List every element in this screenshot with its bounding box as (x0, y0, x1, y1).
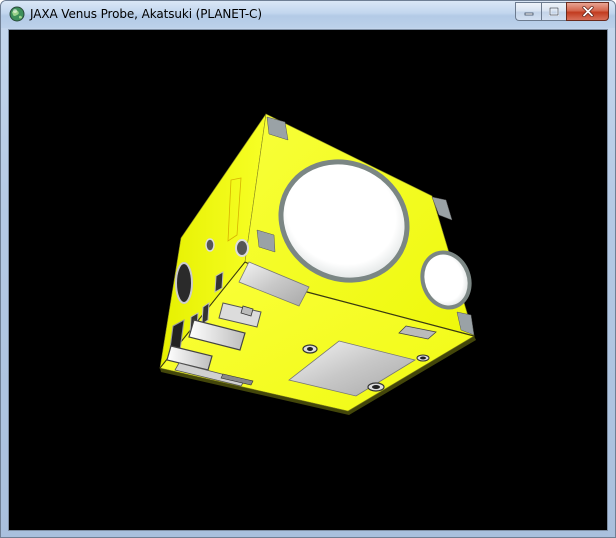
3d-viewport[interactable] (8, 29, 608, 531)
close-icon (581, 6, 594, 17)
minimize-icon (524, 12, 533, 15)
close-button[interactable] (566, 2, 609, 21)
minimize-button[interactable] (515, 2, 541, 21)
maximize-button[interactable] (541, 2, 566, 21)
caption-buttons (515, 2, 609, 21)
app-window: JAXA Venus Probe, Akatsuki (PLANET-C) (0, 0, 616, 538)
maximize-icon (549, 7, 559, 16)
window-title: JAXA Venus Probe, Akatsuki (PLANET-C) (30, 7, 262, 21)
globe-icon[interactable] (9, 6, 25, 22)
title-bar[interactable]: JAXA Venus Probe, Akatsuki (PLANET-C) (1, 1, 615, 28)
spacecraft-model[interactable] (9, 30, 607, 530)
